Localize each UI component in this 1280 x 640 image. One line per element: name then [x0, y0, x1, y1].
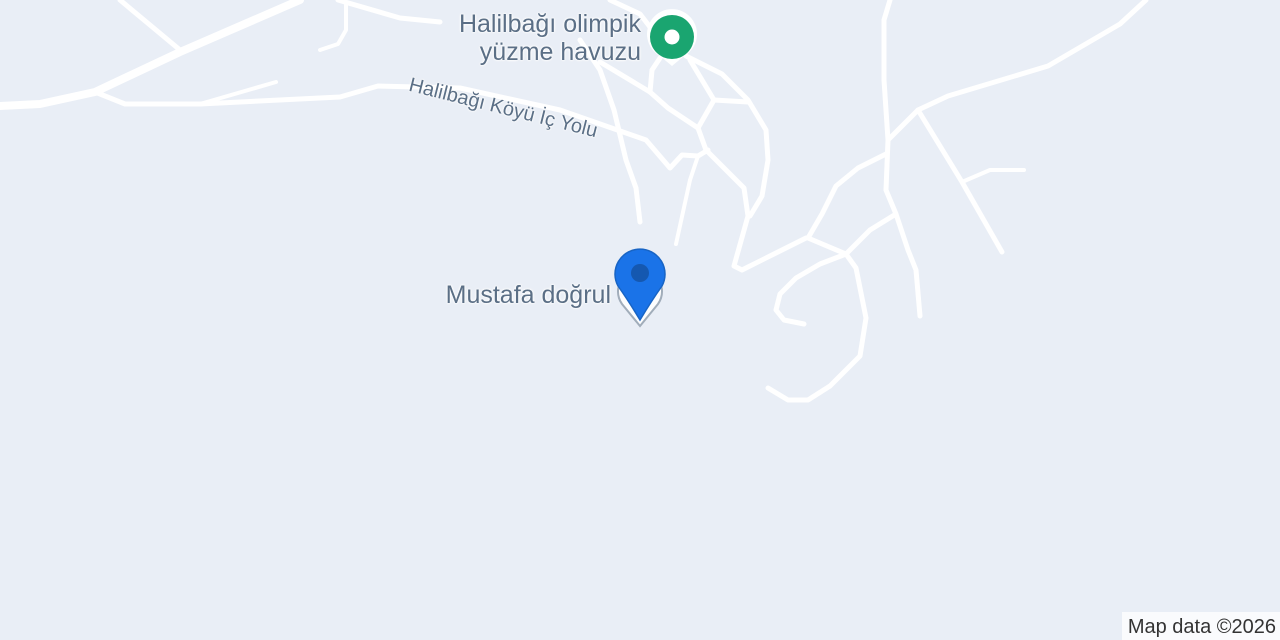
- road: [647, 55, 663, 95]
- pin-dot: [664, 29, 680, 45]
- road: [773, 251, 849, 327]
- selected-place-label[interactable]: Mustafa doğrul: [446, 281, 611, 309]
- road: [695, 125, 809, 273]
- road: [885, 0, 1149, 143]
- road: [915, 107, 1005, 255]
- pin-body: [614, 248, 666, 322]
- road: [711, 97, 751, 105]
- pin-dot: [631, 264, 649, 282]
- map-attribution[interactable]: Map data ©2026: [1121, 612, 1280, 640]
- poi-label-line1: Halilbağı olimpik: [458, 10, 641, 38]
- road: [674, 154, 700, 246]
- road: [318, 3, 348, 52]
- road: [117, 0, 183, 53]
- blue-location-pin-icon[interactable]: [614, 248, 666, 328]
- road: [960, 168, 1026, 184]
- road: [881, 0, 923, 319]
- poi-label-pool[interactable]: Halilbağı olimpik yüzme havuzu: [459, 10, 641, 66]
- map-canvas[interactable]: [0, 0, 1280, 640]
- road: [335, 0, 443, 25]
- poi-label-line2: yüzme havuzu: [479, 38, 641, 66]
- road: [765, 151, 889, 403]
- road: [843, 211, 899, 257]
